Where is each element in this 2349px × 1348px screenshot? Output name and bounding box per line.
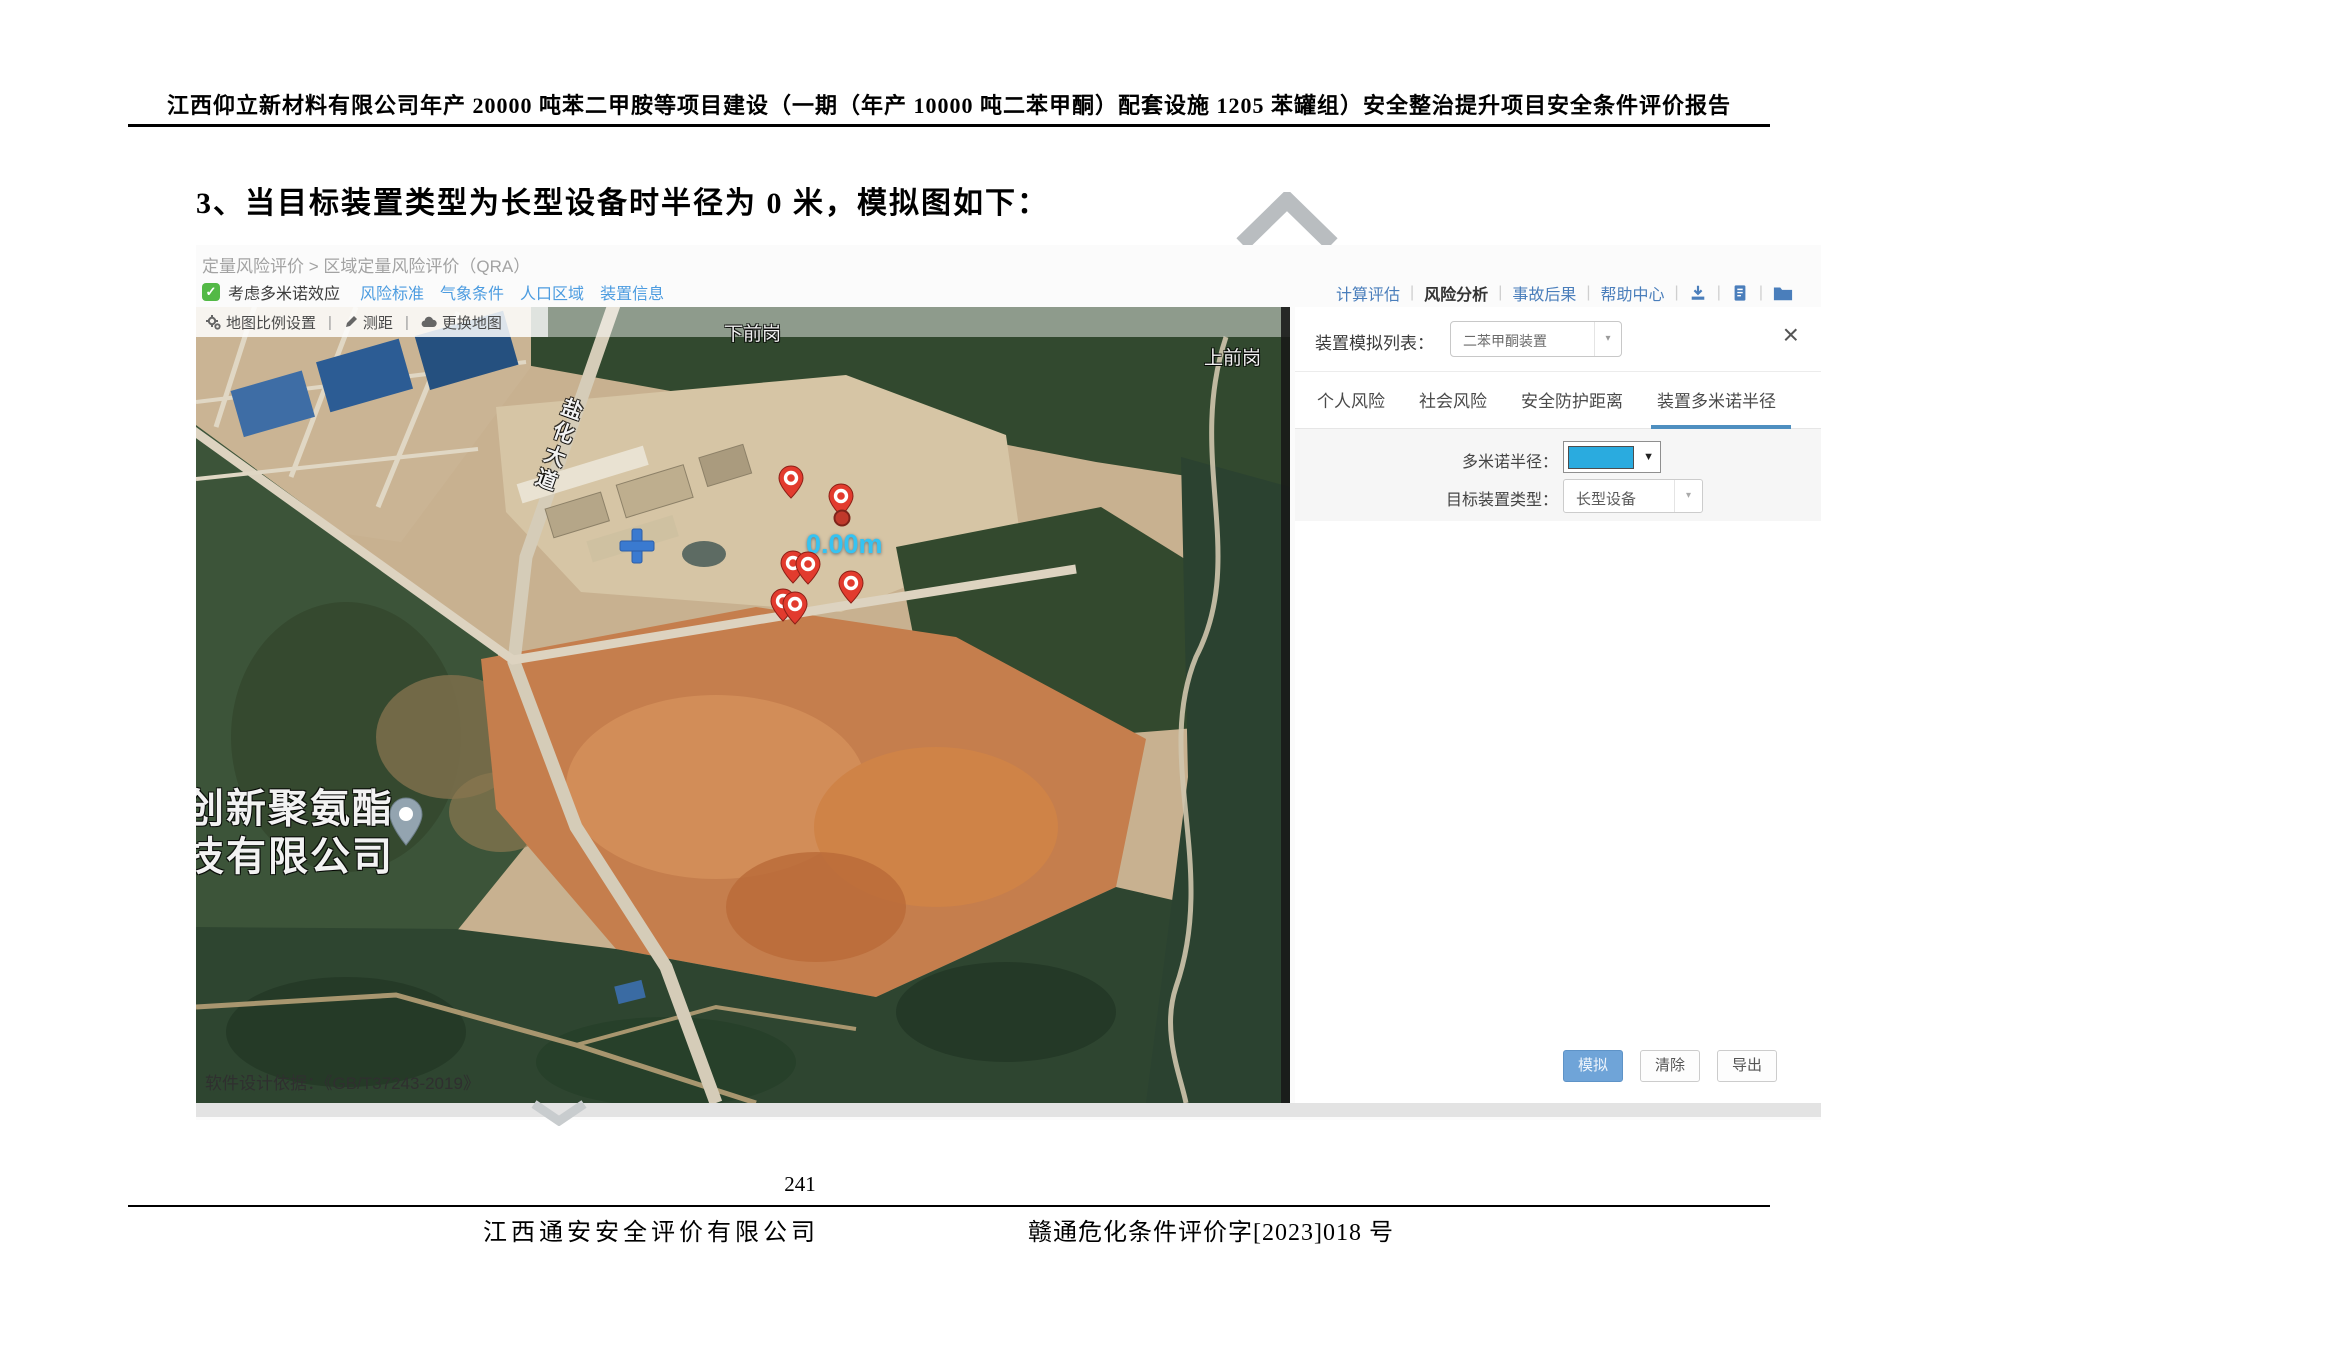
- page-number: 241: [700, 1172, 900, 1197]
- close-icon[interactable]: ×: [1783, 321, 1799, 349]
- pencil-icon: [344, 315, 358, 329]
- device-marker[interactable]: [782, 591, 808, 625]
- gears-icon: [206, 315, 221, 330]
- panel-title: 装置模拟列表：: [1315, 329, 1434, 354]
- company-poi-pin: [388, 797, 424, 847]
- domino-effect-checkbox[interactable]: ✓: [202, 283, 220, 301]
- device-list-select-value: 二苯甲酮装置: [1463, 331, 1547, 351]
- folder-icon[interactable]: [1773, 284, 1793, 302]
- target-type-label: 目标装置类型：: [1303, 486, 1558, 510]
- menu-risk-analysis[interactable]: 风险分析: [1424, 281, 1488, 305]
- domino-radius-label: 多米诺半径：: [1303, 448, 1558, 472]
- separator: |: [1576, 284, 1600, 302]
- domino-radius-color-select[interactable]: ▼: [1563, 441, 1661, 473]
- separator: |: [1749, 284, 1773, 302]
- device-marker[interactable]: [778, 465, 804, 499]
- chevron-down-icon: ▾: [1674, 480, 1702, 512]
- tab-safety-distance[interactable]: 安全防护距离: [1521, 387, 1623, 412]
- switch-map-tool[interactable]: 更换地图: [421, 312, 502, 333]
- separator: |: [1488, 284, 1512, 302]
- map-scale-tool[interactable]: 地图比例设置: [206, 312, 316, 333]
- cloud-icon: [421, 316, 437, 328]
- panel-tabs: 个人风险 社会风险 安全防护距离 装置多米诺半径: [1295, 371, 1821, 429]
- nav-links: 风险标准 气象条件 人口区域 装置信息: [360, 280, 664, 304]
- export-button[interactable]: 导出: [1717, 1050, 1777, 1082]
- map-center-cross-icon: [619, 528, 655, 564]
- panel-buttons: 模拟 清除 导出: [1563, 1050, 1777, 1082]
- map-right-edge: [1281, 307, 1290, 1103]
- menu-help-center[interactable]: 帮助中心: [1601, 281, 1665, 305]
- footer-company: 江西通安安全评价有限公司: [483, 1212, 819, 1247]
- menu-accident-consequence[interactable]: 事故后果: [1512, 281, 1576, 305]
- body-paragraph: 3、当目标装置类型为长型设备时半径为 0 米，模拟图如下：: [196, 178, 1049, 222]
- place-label-xiaqiangang: 下前岗: [724, 319, 781, 346]
- clear-button[interactable]: 清除: [1640, 1050, 1700, 1082]
- panel-header: 装置模拟列表： 二苯甲酮装置 ▾ ×: [1295, 307, 1821, 372]
- map-scale-label: 地图比例设置: [226, 312, 316, 333]
- device-marker[interactable]: [838, 570, 864, 604]
- nav-link-population[interactable]: 人口区域: [520, 280, 584, 304]
- footer-certificate: 赣通危化条件评价字[2023]018 号: [1028, 1212, 1394, 1247]
- simulate-button[interactable]: 模拟: [1563, 1050, 1623, 1082]
- color-swatch: [1568, 446, 1634, 469]
- header-rule: [128, 124, 1770, 127]
- top-menu: 计算评估 | 风险分析 | 事故后果 | 帮助中心 | | |: [1336, 281, 1793, 305]
- map-toolbar: 地图比例设置 | 测距 | 更换地图: [196, 307, 548, 337]
- nav-link-device-info[interactable]: 装置信息: [600, 280, 664, 304]
- down-chevron-watermark: [528, 1100, 590, 1126]
- separator: |: [1707, 284, 1731, 302]
- chevron-down-icon: ▼: [1643, 451, 1654, 463]
- breadcrumb: 定量风险评价 > 区域定量风险评价（QRA）: [202, 252, 530, 277]
- footer-rule: [128, 1205, 1770, 1207]
- nav-link-risk-standard[interactable]: 风险标准: [360, 280, 424, 304]
- up-chevron-watermark: [1232, 192, 1342, 250]
- separator: |: [328, 314, 332, 331]
- qra-app-screenshot: 定量风险评价 > 区域定量风险评价（QRA） ✓ 考虑多米诺效应 风险标准 气象…: [196, 245, 1821, 1120]
- download-icon[interactable]: [1689, 284, 1707, 302]
- map-terrain: [196, 307, 1290, 1103]
- switch-map-label: 更换地图: [442, 312, 502, 333]
- simulation-panel: 装置模拟列表： 二苯甲酮装置 ▾ × 个人风险 社会风险 安全防护距离 装置多米…: [1295, 307, 1821, 1103]
- map-attribution: 软件设计依据：《GB/T37243-2019》: [205, 1069, 480, 1094]
- satellite-map[interactable]: 地图比例设置 | 测距 | 更换地图 下前岗 上前岗 盐化大道 创新聚氨酯 技: [196, 307, 1290, 1103]
- domino-effect-label: 考虑多米诺效应: [228, 280, 340, 304]
- separator: |: [1400, 284, 1424, 302]
- report-header-title: 江西仰立新材料有限公司年产 20000 吨苯二甲胺等项目建设（一期（年产 100…: [128, 88, 1770, 120]
- target-type-select-value: 长型设备: [1576, 488, 1636, 509]
- tab-personal-risk[interactable]: 个人风险: [1317, 387, 1385, 412]
- company-label-line1: 创新聚氨酯: [196, 785, 394, 833]
- device-marker-dot[interactable]: [833, 509, 851, 527]
- tab-social-risk[interactable]: 社会风险: [1419, 387, 1487, 412]
- device-marker[interactable]: [795, 551, 821, 585]
- document-icon[interactable]: [1731, 284, 1749, 302]
- chevron-down-icon: ▾: [1594, 322, 1621, 356]
- tab-domino-radius[interactable]: 装置多米诺半径: [1657, 387, 1776, 412]
- nav-link-weather[interactable]: 气象条件: [440, 280, 504, 304]
- measure-label: 测距: [363, 312, 393, 333]
- place-label-shangqiangang: 上前岗: [1204, 343, 1261, 370]
- target-type-select[interactable]: 长型设备 ▾: [1563, 479, 1703, 513]
- horizontal-scrollbar[interactable]: [196, 1103, 1821, 1117]
- separator: |: [1665, 284, 1689, 302]
- device-list-select[interactable]: 二苯甲酮装置 ▾: [1450, 321, 1622, 357]
- company-label-line2: 技有限公司: [196, 833, 394, 881]
- separator: |: [405, 314, 409, 331]
- menu-calc-evaluate[interactable]: 计算评估: [1336, 281, 1400, 305]
- measure-tool[interactable]: 测距: [344, 312, 393, 333]
- company-label: 创新聚氨酯 技有限公司: [196, 785, 394, 881]
- filter-row: ✓ 考虑多米诺效应 风险标准 气象条件 人口区域 装置信息: [202, 280, 664, 304]
